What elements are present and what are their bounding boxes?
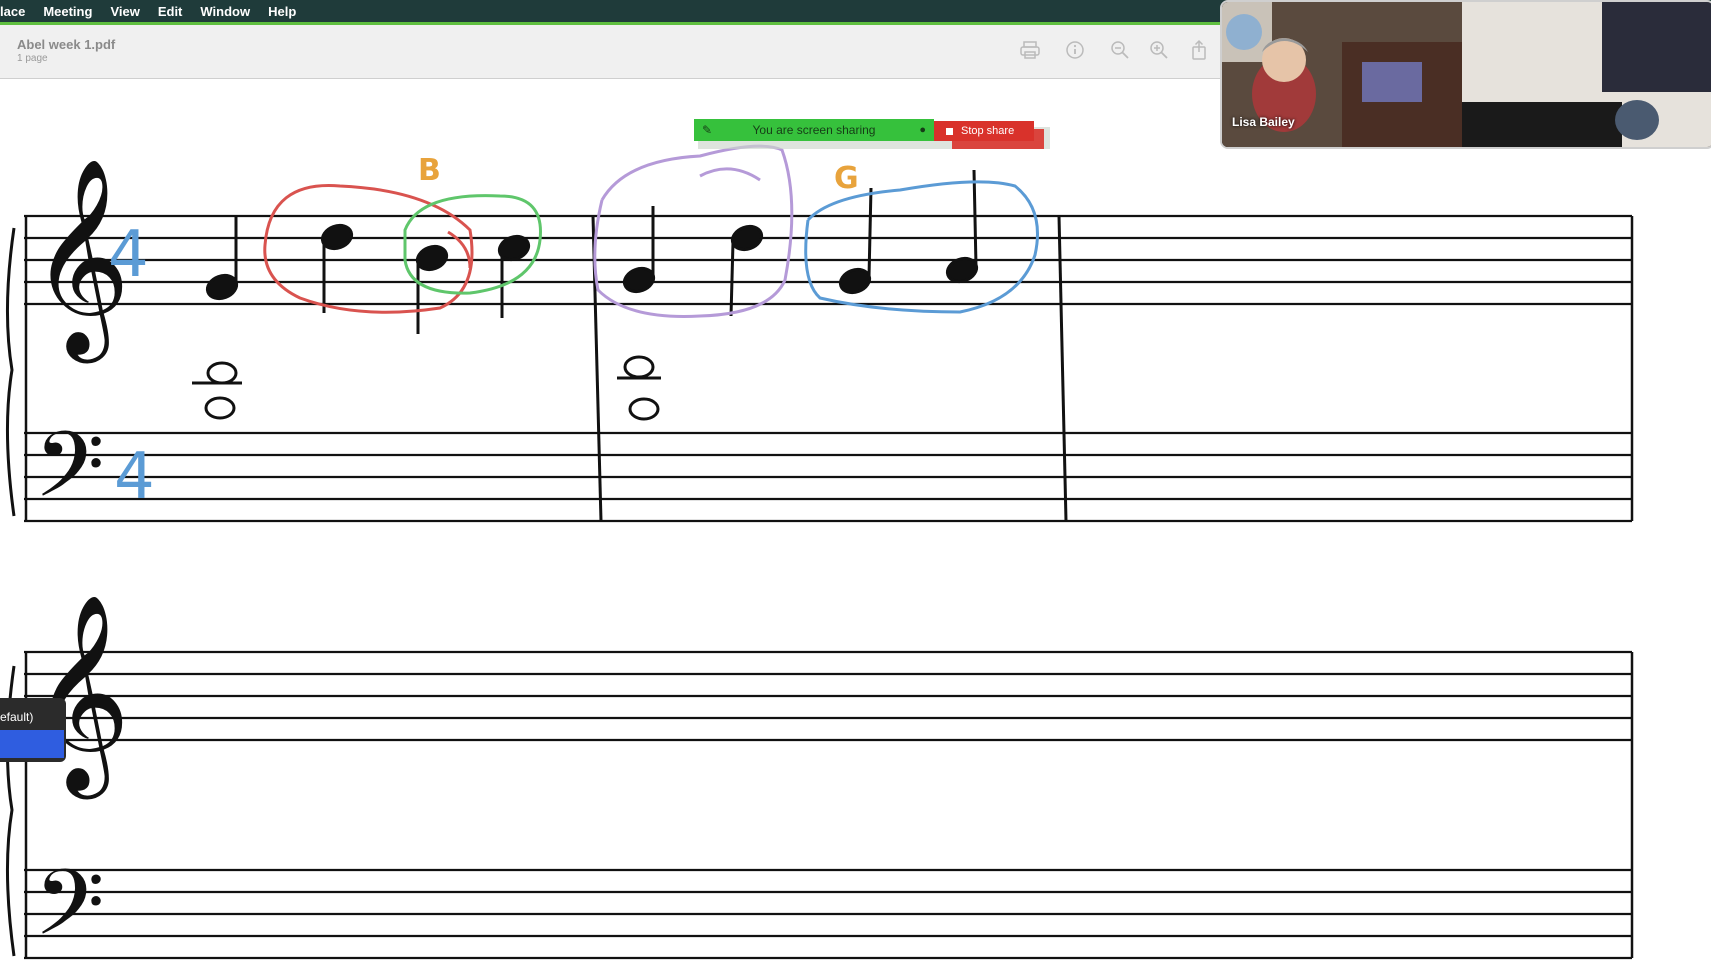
device-menu-popup[interactable]: efault) [0,698,66,762]
participant-name: Lisa Bailey [1232,115,1295,129]
annotation-letter-b: B [418,153,441,188]
popup-selected-item[interactable] [0,730,64,758]
info-icon[interactable] [1064,39,1086,61]
whole-note [623,355,655,379]
stop-share-button[interactable]: Stop share [934,121,1034,141]
screen-share-banner: ✎ You are screen sharing ● Stop share [694,119,1050,149]
menu-app[interactable]: lace [0,4,25,19]
document-title: Abel week 1.pdf [17,37,116,52]
stop-icon [946,127,953,135]
note [730,224,764,252]
pin-icon: ✎ [702,123,713,137]
screen-sharing-status[interactable]: ✎ You are screen sharing ● [694,119,934,141]
music-score: 𝄞 𝄢 𝄞 𝄢 4 4 B G [5,144,1634,962]
whole-note [206,361,238,385]
menu-view[interactable]: View [110,4,139,19]
share-icon[interactable] [1188,39,1210,61]
bass-clef: 𝄢 [34,412,105,540]
print-icon[interactable] [1019,39,1041,61]
menu-window[interactable]: Window [200,4,250,19]
menu-edit[interactable]: Edit [158,4,183,19]
zoom-in-icon[interactable] [1148,39,1170,61]
time-signature-bass: 4 [114,440,155,514]
zoom-out-icon[interactable] [1109,39,1131,61]
treble-clef: 𝄞 [30,593,130,799]
annotation-letter-g: G [834,161,859,196]
time-signature-treble: 4 [108,218,149,292]
stop-share-label: Stop share [961,125,1015,137]
shield-icon: ● [919,124,926,136]
bass-clef: 𝄢 [34,850,105,962]
whole-note [204,396,236,420]
menu-meeting[interactable]: Meeting [43,4,92,19]
popup-label: efault) [0,710,34,724]
document-page-count: 1 page [17,53,48,64]
participant-video[interactable]: Lisa Bailey [1220,0,1711,149]
note [838,267,872,295]
whole-note [628,397,660,421]
video-feed [1222,2,1711,147]
screen-sharing-label: You are screen sharing [752,123,876,137]
annotation-circle-purple [593,144,794,318]
menu-help[interactable]: Help [268,4,296,19]
annotation-circle-blue [804,180,1039,314]
